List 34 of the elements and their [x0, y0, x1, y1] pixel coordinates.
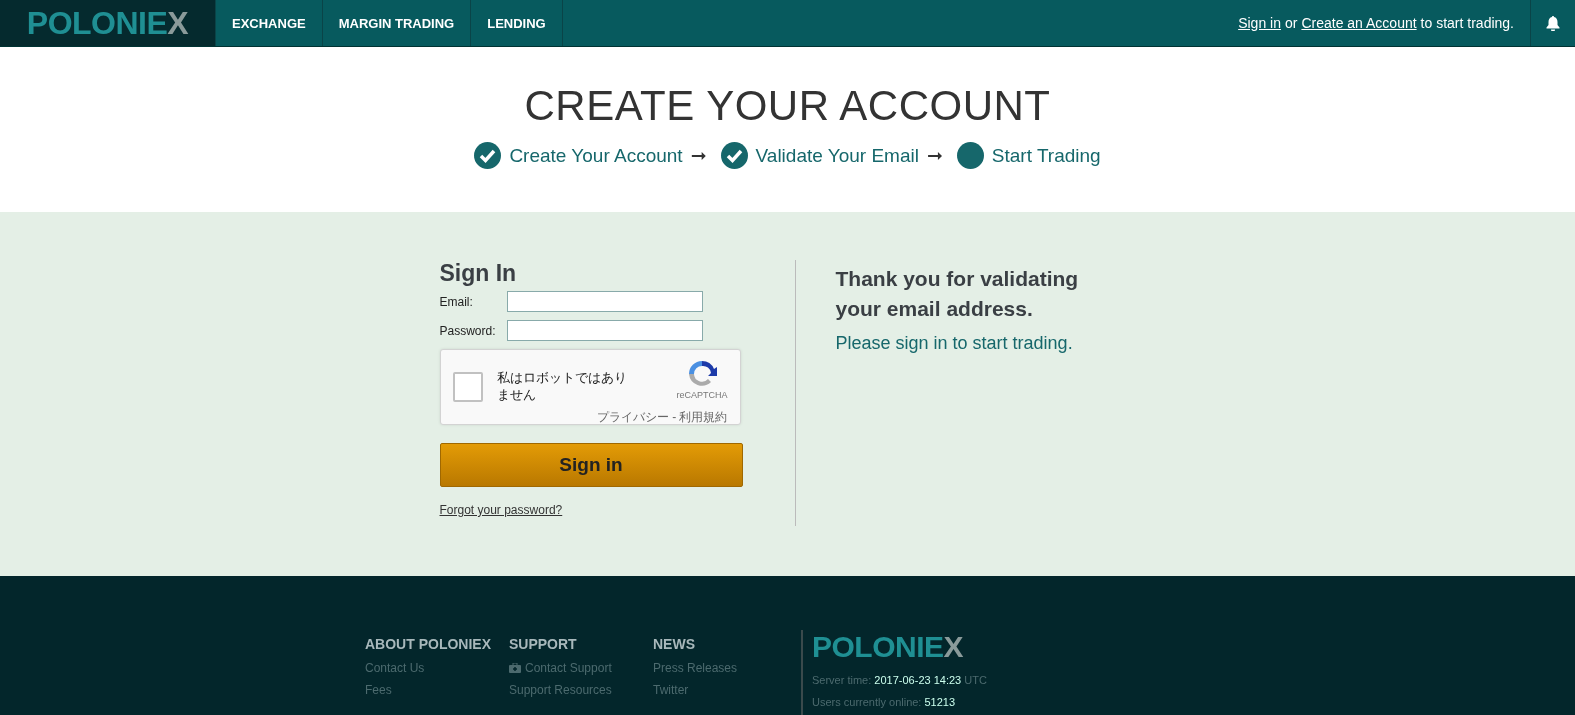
users-online-text: Users currently online: 51213 [812, 696, 957, 708]
field-label: Email: [439, 294, 474, 309]
account-text: to start trading. [1420, 15, 1514, 31]
nav-tab[interactable]: MARGIN TRADING [321, 0, 471, 46]
sign-in-heading: Sign In [439, 260, 518, 287]
message-title: Thank you for validating your email address. [835, 266, 1080, 323]
footer-heading: SUPPORT [509, 636, 578, 652]
step-label: Start Trading [991, 144, 1101, 167]
footer-heading: ABOUT POLONIEX [365, 636, 492, 652]
footer-logo: POLONIEX [812, 630, 965, 664]
captcha-label: 私はロボットではありません [496, 370, 628, 404]
checkbox[interactable] [452, 372, 483, 402]
field-label: Password: [439, 323, 497, 338]
page-title: CREATE YOUR ACCOUNT [524, 82, 1051, 130]
arrow-icon: ➞ [690, 144, 707, 167]
privacy-terms-text[interactable]: プライバシー - 利用規約 [596, 410, 728, 424]
bell-icon[interactable] [1546, 15, 1560, 31]
nav-tab[interactable]: EXCHANGE [215, 0, 322, 46]
sign-in-link[interactable]: Sign in [1238, 15, 1281, 31]
footer-heading: NEWS [653, 636, 696, 652]
message-text: Please sign in to start trading. [835, 332, 1074, 354]
step-label: Create Your Account [509, 144, 683, 167]
logo: POLONIEX [26, 4, 189, 42]
create-account-link[interactable]: Create an Account [1301, 15, 1417, 31]
input-field[interactable] [506, 291, 703, 312]
recaptcha-label: reCAPTCHA [676, 390, 728, 400]
account-text: or [1284, 15, 1298, 31]
arrow-icon: ➞ [926, 144, 943, 167]
forgot-password-link[interactable]: Forgot your password? [439, 503, 563, 517]
step-label: Validate Your Email [755, 144, 919, 167]
input-field[interactable] [506, 320, 703, 341]
server-time-text: Server time: 2017-06-23 14:23 UTC [812, 674, 987, 686]
nav-tab[interactable]: LENDING [470, 0, 563, 46]
sign-in-button[interactable]: Sign in [439, 443, 743, 487]
